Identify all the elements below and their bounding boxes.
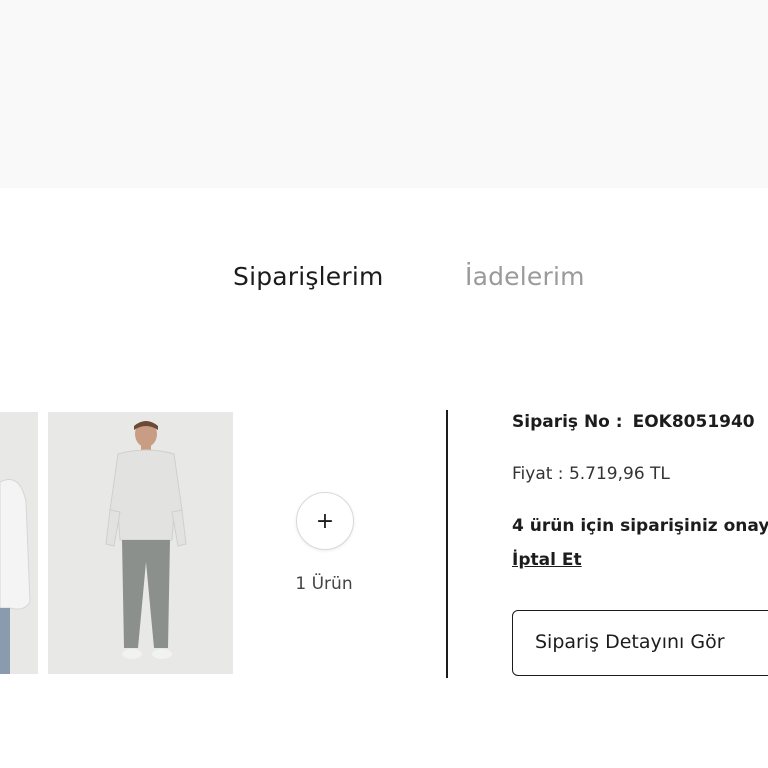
order-status: 4 ürün için siparişiniz onay	[512, 516, 768, 536]
tab-orders[interactable]: Siparişlerim	[233, 262, 384, 291]
order-price: Fiyat : 5.719,96 TL	[512, 464, 670, 484]
cancel-order-link[interactable]: İptal Et	[512, 550, 582, 570]
plus-icon: +	[315, 508, 335, 534]
order-info: Sipariş No : EOK8051940 Fiyat : 5.719,96 …	[512, 410, 768, 680]
order-number: Sipariş No : EOK8051940	[512, 412, 755, 432]
tab-returns[interactable]: İadelerim	[465, 262, 585, 291]
order-number-value: EOK8051940	[632, 412, 755, 432]
product-image-1[interactable]	[0, 412, 38, 674]
order-card: + 1 Ürün Sipariş No : EOK8051940 Fiyat : …	[0, 410, 768, 680]
product-image-2[interactable]	[48, 412, 233, 674]
vertical-divider	[446, 410, 448, 678]
header-band	[0, 0, 768, 188]
item-count-label: 1 Ürün	[295, 574, 353, 594]
order-tabs: Siparişlerim İadelerim	[0, 262, 768, 302]
more-items-button[interactable]: +	[296, 492, 354, 550]
order-number-label: Sipariş No :	[512, 412, 623, 432]
order-detail-button[interactable]: Sipariş Detayını Gör	[512, 610, 768, 676]
